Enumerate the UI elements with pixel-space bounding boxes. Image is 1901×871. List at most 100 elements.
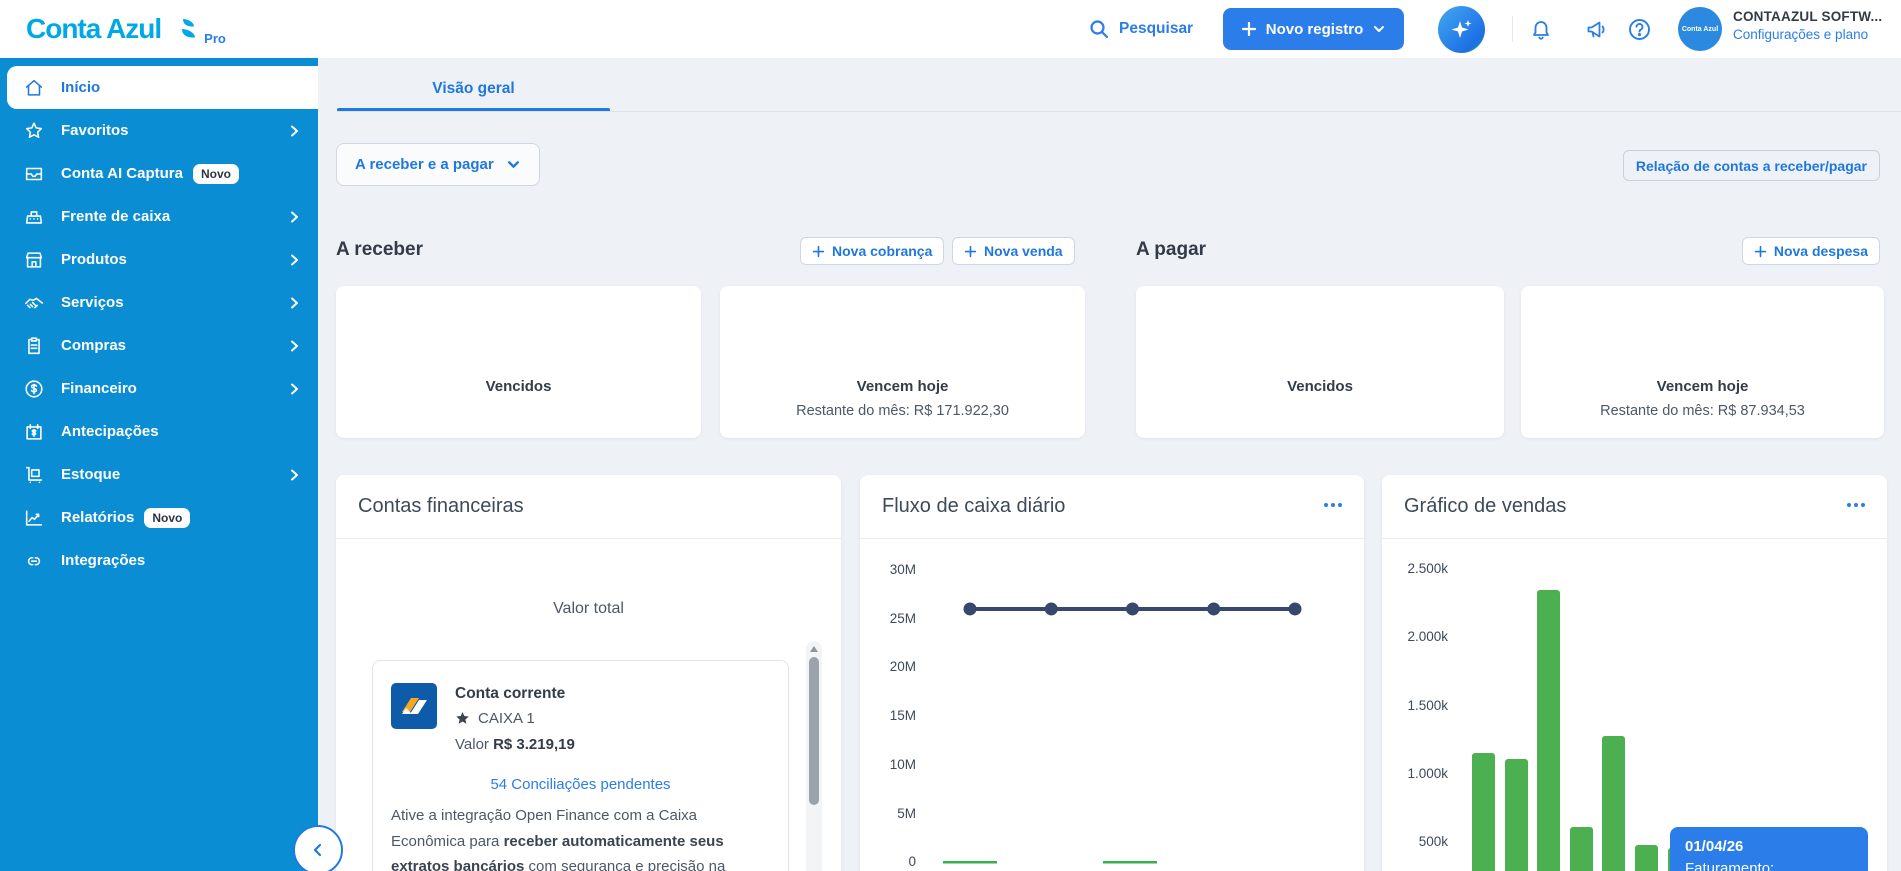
account-description: Ative a integração Open Finance com a Ca… [391, 807, 726, 871]
new-charge-button[interactable]: Nova cobrança [800, 237, 945, 265]
due-today-label: Vencem hoje [856, 378, 949, 395]
settings-plan-link[interactable]: Configurações e plano [1733, 27, 1882, 42]
sidebar-item-estoque[interactable]: Estoque [0, 453, 318, 496]
search-button[interactable]: Pesquisar [1088, 0, 1193, 58]
new-sale-button[interactable]: Nova venda [952, 237, 1075, 265]
sidebar-item-label: Antecipações [61, 423, 159, 440]
payables-due-today-card[interactable]: Vencem hoje Restante do mês: R$ 87.934,5… [1521, 286, 1884, 438]
logo-text: Conta Azul [26, 13, 162, 44]
account-name: CAIXA 1 [478, 710, 535, 727]
bell-icon [1533, 21, 1549, 40]
sidebar-item-integracoes[interactable]: Integrações [0, 539, 318, 582]
sidebar-collapse-button[interactable] [293, 825, 343, 871]
receivables-due-today-card[interactable]: Vencem hoje Restante do mês: R$ 171.922,… [720, 286, 1085, 438]
chevron-right-icon [286, 252, 302, 268]
financial-accounts-card: Contas financeiras Valor total Conta cor… [336, 475, 841, 871]
sidebar-item-label: Frente de caixa [61, 208, 171, 225]
sidebar-item-servicos[interactable]: Serviços [0, 281, 318, 324]
scrollbar-up-arrow[interactable] [810, 646, 818, 652]
sales-bar[interactable] [1635, 845, 1658, 871]
new-record-label: Novo registro [1265, 20, 1364, 38]
novo-badge: Novo [144, 507, 191, 528]
cash-register-icon [22, 205, 46, 229]
sales-bar[interactable] [1569, 827, 1593, 871]
pending-reconciliations-link[interactable]: 54 Conciliações pendentes [373, 776, 788, 793]
tab-visao-geral[interactable]: Visão geral [337, 80, 610, 98]
line-data-point[interactable] [1288, 602, 1302, 616]
handshake-icon [22, 291, 46, 315]
sidebar-item-antecipacoes[interactable]: Antecipações [0, 410, 318, 453]
star-filled-icon [456, 711, 469, 724]
sales-chart-menu-icon[interactable] [1847, 503, 1865, 507]
notifications-button[interactable] [1528, 16, 1554, 42]
plus-icon [1754, 245, 1767, 257]
line-data-point[interactable] [1207, 602, 1221, 616]
sales-bar[interactable] [1504, 758, 1528, 871]
report-accounts-button[interactable]: Relação de contas a receber/pagar [1622, 150, 1880, 181]
account-type: Conta corrente [455, 685, 566, 702]
ai-assistant-button[interactable] [1438, 6, 1485, 53]
account-menu[interactable]: CONTAAZUL SOFTW... Configurações e plano [1733, 9, 1882, 42]
new-expense-button[interactable]: Nova despesa [1741, 237, 1880, 265]
line-data-point[interactable] [963, 602, 977, 616]
accounts-scrollbar[interactable] [806, 641, 822, 871]
payables-title: A pagar [1136, 239, 1207, 260]
sidebar-item-label: Produtos [61, 251, 127, 268]
sales-bar[interactable] [1472, 752, 1495, 871]
megaphone-icon [1587, 21, 1605, 37]
chevron-right-icon [286, 338, 302, 354]
sidebar-item-label: Serviços [61, 294, 124, 311]
sidebar-item-relatorios[interactable]: Relatórios Novo [0, 496, 318, 539]
novo-badge: Novo [192, 163, 239, 184]
help-button[interactable] [1626, 16, 1652, 42]
overdue-label: Vencidos [1287, 378, 1353, 395]
inbox-icon [22, 162, 46, 186]
sales-bar[interactable] [1537, 590, 1561, 871]
y-tick-label: 2.000k [1407, 629, 1448, 645]
sales-bar[interactable] [1602, 735, 1626, 871]
sidebar-item-frente-de-caixa[interactable]: Frente de caixa [0, 195, 318, 238]
line-data-point[interactable] [1044, 602, 1058, 616]
account-name-row: CAIXA 1 [455, 710, 535, 727]
chevron-left-icon [313, 843, 322, 857]
filter-dropdown[interactable]: A receber e a pagar [336, 143, 540, 186]
stock-icon [22, 463, 46, 487]
sidebar-item-favoritos[interactable]: Favoritos [0, 109, 318, 152]
dollar-circle-icon [22, 377, 46, 401]
chevron-right-icon [286, 467, 302, 483]
y-tick-label: 1.000k [1407, 765, 1448, 781]
new-charge-label: Nova cobrança [832, 243, 933, 259]
avatar[interactable]: Conta Azul [1678, 7, 1722, 51]
sidebar-item-label: Compras [61, 337, 127, 354]
announcements-button[interactable] [1584, 16, 1610, 42]
sidebar-item-compras[interactable]: Compras [0, 324, 318, 367]
receivables-overdue-card[interactable]: Vencidos [336, 286, 701, 438]
sidebar-item-label: Início [61, 79, 101, 96]
payables-overdue-card[interactable]: Vencidos [1136, 286, 1504, 438]
receivables-title: A receber [336, 239, 423, 260]
plus-icon [1241, 21, 1256, 37]
bank-account-card[interactable]: Conta corrente CAIXA 1 Valor R$ 3.219,19… [372, 660, 789, 871]
sidebar-item-financeiro[interactable]: Financeiro [0, 367, 318, 410]
total-value-label: Valor total [553, 600, 624, 617]
chevron-down-icon [1374, 26, 1385, 32]
new-record-button[interactable]: Novo registro [1223, 8, 1404, 50]
line-data-point[interactable] [1126, 602, 1139, 616]
sidebar-item-inicio[interactable]: Início [7, 66, 318, 109]
sidebar-item-label: Integrações [61, 552, 146, 569]
scrollbar-thumb[interactable] [809, 657, 819, 805]
avatar-text: Conta Azul [1681, 25, 1719, 33]
chevron-right-icon [286, 123, 302, 139]
account-value-row: Valor R$ 3.219,19 [455, 736, 575, 753]
sidebar-item-label: Relatórios [61, 509, 135, 526]
sidebar-item-conta-ai-captura[interactable]: Conta AI Captura Novo [0, 152, 318, 195]
contaazul-logo[interactable]: Conta Azul Pro [26, 0, 226, 58]
tooltip-label: Faturamento: [1685, 860, 1775, 871]
month-remaining-label: Restante do mês: R$ 171.922,30 [796, 403, 1009, 419]
overdue-label: Vencidos [485, 378, 552, 395]
new-sale-label: Nova venda [984, 243, 1063, 259]
header-divider [1512, 16, 1513, 42]
sales-chart-title: Gráfico de vendas [1404, 495, 1567, 517]
sidebar-item-produtos[interactable]: Produtos [0, 238, 318, 281]
month-remaining-label: Restante do mês: R$ 87.934,53 [1600, 403, 1805, 419]
